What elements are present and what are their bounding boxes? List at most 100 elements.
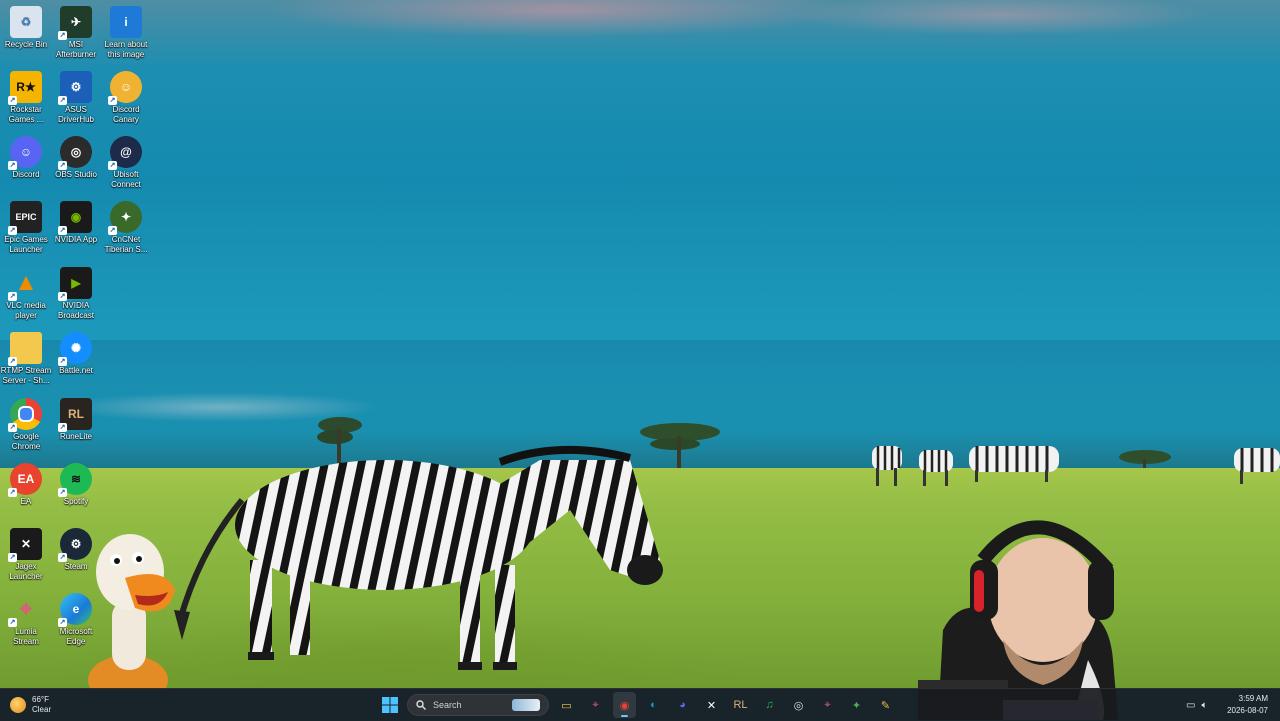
icon-label: Discord Canary xyxy=(112,105,140,124)
file-explorer-icon: ▭ xyxy=(561,699,572,712)
ubisoft-connect-shortcut[interactable]: @ ↗ Ubisoft Connect xyxy=(100,130,152,190)
zebra-figure xyxy=(969,446,1059,482)
nvidia-app-shortcut[interactable]: ◉ ↗ NVIDIA App xyxy=(50,195,102,245)
zebra-figure xyxy=(174,445,663,670)
obs-studio-shortcut[interactable]: ◎ ↗ OBS Studio xyxy=(50,130,102,180)
icon-label: Discord xyxy=(12,170,40,179)
obs-studio-icon: ◎ ↗ xyxy=(58,136,92,170)
search-placeholder: Search xyxy=(433,700,462,710)
taskbar-app-runelite[interactable]: RL xyxy=(729,692,752,718)
runelite-icon: RL ↗ xyxy=(58,398,92,432)
nvidia-broadcast-shortcut[interactable]: ▶ ↗ NVIDIA Broadcast xyxy=(50,261,102,321)
runelite-shortcut[interactable]: RL ↗ RuneLite xyxy=(50,392,102,442)
discord-icon: ☺ ↗ xyxy=(8,136,42,170)
rtmp-stream-server-shortcut[interactable]: ↗ RTMP Stream Server - Sh... xyxy=(0,326,52,386)
weather-widget[interactable]: 66°F Clear xyxy=(10,692,51,718)
recycle-bin-shortcut[interactable]: ♻ Recycle Bin xyxy=(0,0,52,50)
taskbar-app-cncnet[interactable]: ✦ xyxy=(845,692,868,718)
folder-icon: ↗ xyxy=(8,332,42,366)
ubisoft-connect-icon: @ ↗ xyxy=(108,136,142,170)
battlenet-shortcut[interactable]: ✺ ↗ Battle.net xyxy=(50,326,102,376)
discord-canary-shortcut[interactable]: ☺ ↗ Discord Canary xyxy=(100,65,152,125)
network-icon[interactable]: ▭ xyxy=(1186,700,1195,711)
taskbar-app-other-app[interactable]: ✎ xyxy=(874,692,897,718)
epic-games-icon: EPIC ↗ xyxy=(8,201,42,235)
other-app-icon: ✎ xyxy=(880,699,891,712)
taskbar-app-file-explorer[interactable]: ▭ xyxy=(555,692,578,718)
clock-date: 2026-08-07 xyxy=(1227,706,1268,715)
icon-label: RTMP Stream Server - Sh... xyxy=(0,366,52,385)
learn-about-image-shortcut[interactable]: i Learn about this image xyxy=(100,0,152,60)
asus-driverhub-icon: ⚙ ↗ xyxy=(58,71,92,105)
icon-label: Epic Games Launcher xyxy=(4,235,48,254)
zebra-figure xyxy=(1234,448,1280,484)
cncnet-shortcut[interactable]: ✦ ↗ CnCNet Tiberian S... xyxy=(100,195,152,255)
taskbar-app-lumia-stream-2[interactable]: ⌖ xyxy=(816,692,839,718)
ea-icon: EA ↗ xyxy=(8,463,42,497)
jagex-launcher-icon: ✕ xyxy=(706,699,717,712)
vlc-icon: ▲ ↗ xyxy=(8,269,38,301)
discord-canary-icon: ☺ ↗ xyxy=(108,71,142,105)
epic-games-shortcut[interactable]: EPIC ↗ Epic Games Launcher xyxy=(0,195,52,255)
vlc-shortcut[interactable]: ▲ ↗ VLC media player xyxy=(0,261,52,321)
icon-label: Learn about this image xyxy=(104,40,148,59)
start-button[interactable] xyxy=(378,692,401,718)
rockstar-games-shortcut[interactable]: R★ ↗ Rockstar Games ... xyxy=(0,65,52,125)
battlenet-icon: ✺ ↗ xyxy=(58,332,92,366)
taskbar-app-obs-studio[interactable]: ◎ xyxy=(787,692,810,718)
taskbar-app-edge[interactable]: ◐ xyxy=(642,692,665,718)
asus-driverhub-shortcut[interactable]: ⚙ ↗ ASUS DriverHub xyxy=(50,65,102,125)
icon-label: Ubisoft Connect xyxy=(111,170,141,189)
msi-afterburner-shortcut[interactable]: ✈ ↗ MSI Afterburner xyxy=(50,0,102,60)
taskbar-app-jagex-launcher[interactable]: ✕ xyxy=(700,692,723,718)
icon-label: CnCNet Tiberian S... xyxy=(104,235,148,254)
webcam-overlay xyxy=(918,520,1118,720)
weather-condition: Clear xyxy=(32,705,52,714)
windows-logo-icon xyxy=(381,697,398,713)
lumia-stream-shortcut[interactable]: ⌖ ↗ Lumia Stream xyxy=(0,587,52,647)
cncnet-icon: ✦ ↗ xyxy=(108,201,142,235)
discord-shortcut[interactable]: ☺ ↗ Discord xyxy=(0,130,52,180)
icon-label: EA xyxy=(20,497,32,506)
obs-studio-icon: ◎ xyxy=(793,699,804,712)
spotify-shortcut[interactable]: ≋ ↗ Spotify xyxy=(50,457,102,507)
icon-label: Spotify xyxy=(63,497,89,506)
clock-time: 3:59 AM xyxy=(1238,694,1268,703)
cncnet-icon: ✦ xyxy=(851,699,862,712)
taskbar-app-chrome[interactable]: ◉ xyxy=(613,692,636,718)
volume-icon[interactable]: 🔈︎ xyxy=(1201,700,1207,711)
runelite-icon: RL xyxy=(733,699,748,711)
spotify-icon: ♫ xyxy=(765,699,774,711)
ea-shortcut[interactable]: EA ↗ EA xyxy=(0,457,52,507)
taskbar-app-spotify[interactable]: ♫ xyxy=(758,692,781,718)
icon-label: ASUS DriverHub xyxy=(57,105,94,124)
duck-mascot-overlay xyxy=(88,534,175,690)
zebra-figure xyxy=(919,450,953,486)
icon-label: Jagex Launcher xyxy=(9,562,43,581)
icon-label: VLC media player xyxy=(6,301,46,320)
jagex-launcher-shortcut[interactable]: ✕ ↗ Jagex Launcher xyxy=(0,522,52,582)
taskbar: 66°F Clear Search ▭ ⌖ ◉ ◐ ◕ ✕ RL ♫ ◎ ⌖ ✦ ✎ ▭ 🔈︎ 3:5… xyxy=(0,688,1280,721)
recycle-bin-icon: ♻ xyxy=(10,6,42,38)
weather-text: 66°F Clear xyxy=(32,695,51,715)
weather-temperature: 66°F xyxy=(32,695,49,704)
weather-moon-icon xyxy=(10,697,26,713)
zebra-figure xyxy=(872,446,902,486)
taskbar-app-discord[interactable]: ◕ xyxy=(671,692,694,718)
taskbar-clock[interactable]: 3:59 AM 2026-08-07 xyxy=(1227,693,1268,717)
taskbar-pinned-apps: ▭ ⌖ ◉ ◐ ◕ ✕ RL ♫ ◎ ⌖ ✦ ✎ xyxy=(555,692,897,718)
icon-label: RuneLite xyxy=(59,432,93,441)
icon-label: OBS Studio xyxy=(55,170,97,179)
discord-icon: ◕ xyxy=(679,699,686,711)
nvidia-app-icon: ◉ ↗ xyxy=(58,201,92,235)
learn-about-image-icon: i xyxy=(110,6,142,38)
jagex-launcher-icon: ✕ ↗ xyxy=(8,528,42,562)
icon-label: MSI Afterburner xyxy=(55,40,97,59)
icon-label: Battle.net xyxy=(59,366,93,375)
icon-label: NVIDIA Broadcast xyxy=(57,301,95,320)
taskbar-search-box[interactable]: Search xyxy=(407,694,549,716)
taskbar-app-lumia-stream[interactable]: ⌖ xyxy=(584,692,607,718)
lumia-stream-2-icon: ⌖ xyxy=(824,698,831,711)
icon-label: Recycle Bin xyxy=(4,40,48,49)
chrome-shortcut[interactable]: ↗ Google Chrome xyxy=(0,392,52,452)
